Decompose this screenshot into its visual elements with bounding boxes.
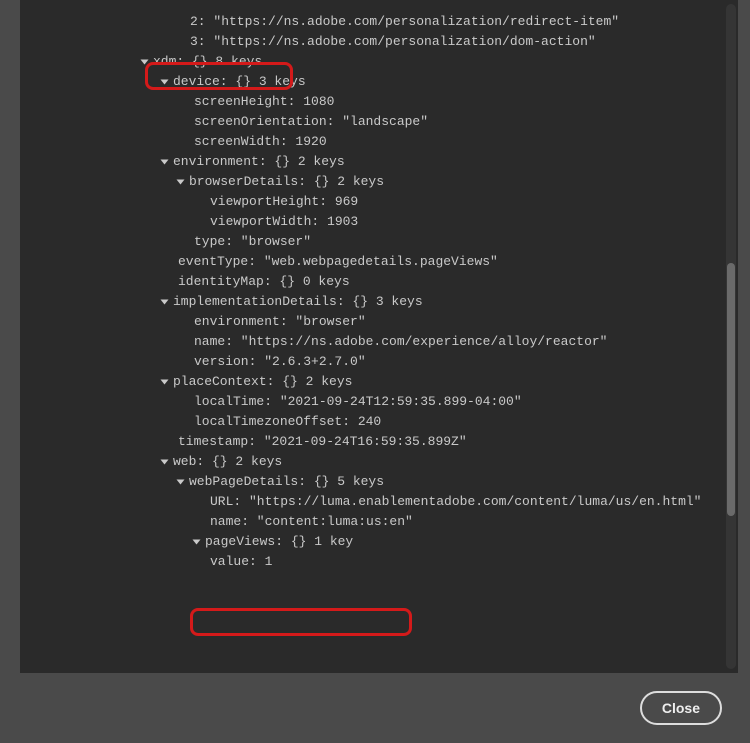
tree-row: value: 1 — [30, 552, 714, 572]
tree-row: type: "browser" — [30, 232, 714, 252]
tree-row: 2: "https://ns.adobe.com/personalization… — [30, 12, 714, 32]
tree-row: timestamp: "2021-09-24T16:59:35.899Z" — [30, 432, 714, 452]
caret-down-icon — [161, 80, 169, 85]
json-tree-modal: 2: "https://ns.adobe.com/personalization… — [20, 0, 738, 673]
tree-row-web-page-details[interactable]: webPageDetails: {} 5 keys — [30, 472, 714, 492]
modal-footer: Close — [0, 673, 750, 743]
tree-row: viewportHeight: 969 — [30, 192, 714, 212]
highlight-name — [190, 608, 412, 636]
tree-row-environment[interactable]: environment: {} 2 keys — [30, 152, 714, 172]
scrollbar-thumb[interactable] — [727, 263, 735, 516]
tree-row: environment: "browser" — [30, 312, 714, 332]
json-tree: 2: "https://ns.adobe.com/personalization… — [30, 12, 714, 572]
caret-down-icon — [161, 380, 169, 385]
caret-down-icon — [161, 300, 169, 305]
close-button[interactable]: Close — [640, 691, 722, 725]
tree-row-page-views[interactable]: pageViews: {} 1 key — [30, 532, 714, 552]
tree-row: localTime: "2021-09-24T12:59:35.899-04:0… — [30, 392, 714, 412]
tree-row-name: name: "content:luma:us:en" — [30, 512, 714, 532]
tree-row: identityMap: {} 0 keys — [30, 272, 714, 292]
caret-down-icon — [141, 60, 149, 65]
tree-row: viewportWidth: 1903 — [30, 212, 714, 232]
tree-row: localTimezoneOffset: 240 — [30, 412, 714, 432]
caret-down-icon — [161, 160, 169, 165]
tree-row: 3: "https://ns.adobe.com/personalization… — [30, 32, 714, 52]
tree-row: screenHeight: 1080 — [30, 92, 714, 112]
tree-row: screenOrientation: "landscape" — [30, 112, 714, 132]
tree-row-xdm[interactable]: xdm: {} 8 keys — [30, 52, 714, 72]
tree-row: URL: "https://luma.enablementadobe.com/c… — [30, 492, 714, 512]
tree-row: version: "2.6.3+2.7.0" — [30, 352, 714, 372]
tree-row: name: "https://ns.adobe.com/experience/a… — [30, 332, 714, 352]
tree-row-place-context[interactable]: placeContext: {} 2 keys — [30, 372, 714, 392]
tree-row: screenWidth: 1920 — [30, 132, 714, 152]
caret-down-icon — [161, 460, 169, 465]
tree-row-browser-details[interactable]: browserDetails: {} 2 keys — [30, 172, 714, 192]
tree-row-web[interactable]: web: {} 2 keys — [30, 452, 714, 472]
tree-row-implementation-details[interactable]: implementationDetails: {} 3 keys — [30, 292, 714, 312]
caret-down-icon — [177, 480, 185, 485]
caret-down-icon — [177, 180, 185, 185]
scrollbar-track[interactable] — [726, 4, 736, 669]
tree-row: eventType: "web.webpagedetails.pageViews… — [30, 252, 714, 272]
tree-row-device[interactable]: device: {} 3 keys — [30, 72, 714, 92]
caret-down-icon — [193, 540, 201, 545]
scroll-area[interactable]: 2: "https://ns.adobe.com/personalization… — [20, 0, 724, 673]
